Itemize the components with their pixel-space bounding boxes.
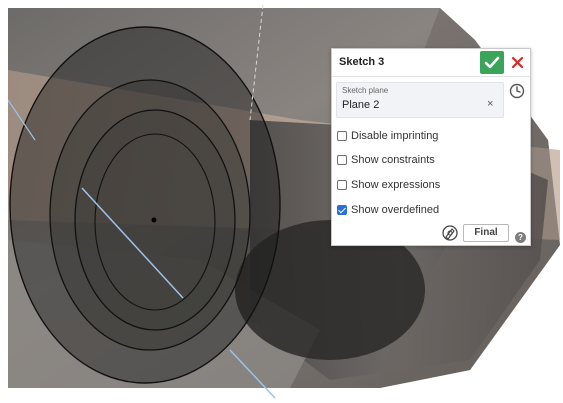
option-label: Show constraints xyxy=(351,154,435,166)
clear-plane-button[interactable]: × xyxy=(487,98,493,110)
option-label: Show overdefined xyxy=(351,204,440,216)
disable-imprinting-checkbox[interactable] xyxy=(337,131,347,141)
clock-icon xyxy=(509,83,525,99)
dialog-title: Sketch 3 xyxy=(339,56,385,68)
sketch-tool-button[interactable] xyxy=(441,224,459,242)
cancel-button[interactable] xyxy=(508,51,528,74)
option-label: Show expressions xyxy=(351,179,441,191)
sketch-plane-value: Plane 2 xyxy=(342,99,380,111)
sketch-plane-label: Sketch plane xyxy=(342,86,389,95)
option-show-overdefined[interactable]: Show overdefined xyxy=(337,203,487,219)
option-show-expressions[interactable]: Show expressions xyxy=(337,178,487,194)
accept-button[interactable] xyxy=(480,51,504,74)
show-constraints-checkbox[interactable] xyxy=(337,155,347,165)
sketch-tool-icon xyxy=(442,225,458,241)
option-show-constraints[interactable]: Show constraints xyxy=(337,153,487,169)
history-button[interactable] xyxy=(508,82,526,100)
show-overdefined-checkbox[interactable] xyxy=(337,205,347,215)
center-point[interactable] xyxy=(151,217,157,223)
dialog-header: Sketch 3 xyxy=(332,49,530,77)
option-label: Disable imprinting xyxy=(351,130,439,142)
close-icon xyxy=(511,56,524,69)
final-button[interactable]: Final xyxy=(463,224,509,242)
show-expressions-checkbox[interactable] xyxy=(337,180,347,190)
checkmark-icon xyxy=(484,56,500,69)
sketch-dialog: Sketch 3 Sketch plane Plane 2 × Disable … xyxy=(331,48,531,246)
option-disable-imprinting[interactable]: Disable imprinting xyxy=(337,129,487,145)
help-icon[interactable]: ? xyxy=(515,232,526,243)
sketch-plane-field[interactable]: Sketch plane Plane 2 × xyxy=(336,82,504,118)
